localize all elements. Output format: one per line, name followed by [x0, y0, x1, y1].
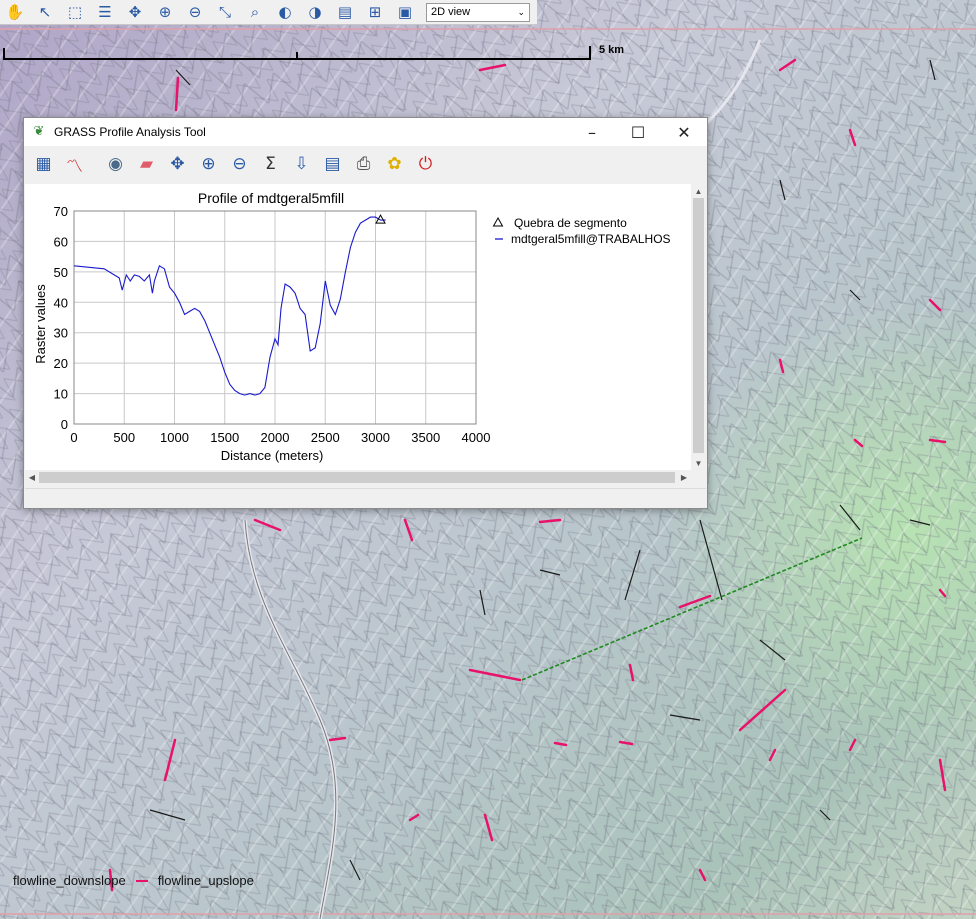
y-tick-label: 30	[54, 326, 68, 341]
horizontal-scroll-thumb[interactable]	[39, 472, 675, 483]
scroll-up-icon[interactable]: ▲	[691, 184, 706, 198]
zoom-back-icon[interactable]: ⤡	[210, 0, 240, 24]
zoom-out-icon[interactable]: ⊖	[224, 149, 255, 179]
x-tick-label: 0	[70, 430, 77, 445]
x-tick-label: 4000	[462, 430, 491, 445]
decorations-icon[interactable]: ⊞	[360, 0, 390, 24]
map-toolbar: ✋ ↖ ⬚ ☰ ✥ ⊕ ⊖ ⤡ ⌕ ◐ ◑ ▤ ⊞ ▣ 2D view ⌄	[0, 0, 537, 25]
y-tick-label: 10	[54, 387, 68, 402]
grass-app-icon: ❦	[33, 124, 45, 139]
map-legend: flowline_downslope flowline_upslope	[13, 873, 254, 888]
export-icon[interactable]: ▤	[317, 149, 348, 179]
y-tick-label: 20	[54, 356, 68, 371]
view-mode-value: 2D view	[431, 6, 471, 18]
y-tick-label: 70	[54, 204, 68, 219]
scale-bar-label: 5 km	[599, 44, 625, 56]
zoom-extent-icon[interactable]: ✥	[120, 0, 150, 24]
draw-profile-icon[interactable]: 〽	[59, 149, 90, 179]
analyze-icon[interactable]: ▤	[330, 0, 360, 24]
legend-label-series: mdtgeral5mfill@TRABALHOS	[511, 232, 671, 246]
zoom-prev-icon[interactable]: ◐	[270, 0, 300, 24]
statistics-icon[interactable]: Σ	[255, 149, 286, 179]
zoom-out-icon[interactable]: ⊖	[180, 0, 210, 24]
x-axis-label: Distance (meters)	[221, 448, 324, 463]
window-titlebar[interactable]: ❦ GRASS Profile Analysis Tool – ☐ ✕	[24, 118, 707, 146]
maximize-button[interactable]: ☐	[615, 118, 661, 146]
pan-icon[interactable]: ✋	[0, 0, 30, 24]
view-mode-select[interactable]: 2D view ⌄	[426, 2, 530, 22]
profile-toolbar: ▦ 〽 ◉ ▰ ✥ ⊕ ⊖ Σ ⇩ ▤ ⎙ ✿ ⏻	[24, 146, 707, 182]
y-axis-label: Raster values	[33, 284, 48, 364]
chart-title: Profile of mdtgeral5mfill	[198, 190, 344, 206]
x-tick-label: 500	[113, 430, 135, 445]
erase-icon[interactable]: ▰	[131, 149, 162, 179]
toolbar-separator	[90, 149, 100, 179]
save-icon[interactable]: ⇩	[286, 149, 317, 179]
minimize-button[interactable]: –	[569, 118, 615, 146]
y-tick-label: 40	[54, 295, 68, 310]
x-tick-label: 1500	[210, 430, 239, 445]
overlay-icon[interactable]: ▣	[390, 0, 420, 24]
add-raster-icon[interactable]: ▦	[28, 149, 59, 179]
query-icon[interactable]: ☰	[90, 0, 120, 24]
options-icon[interactable]: ◉	[100, 149, 131, 179]
horizontal-scrollbar[interactable]: ◀ ▶	[25, 470, 691, 485]
legend-swatch-upslope	[135, 879, 148, 882]
pan-icon[interactable]: ✥	[162, 149, 193, 179]
close-button[interactable]: ✕	[661, 118, 707, 146]
profile-plot-panel: Profile of mdtgeral5mfill Distance (mete…	[25, 184, 691, 470]
x-tick-label: 3500	[411, 430, 440, 445]
y-tick-label: 60	[54, 234, 68, 249]
segment-break-marker	[375, 214, 386, 224]
legend-marker-segment-break	[492, 216, 504, 227]
quit-icon[interactable]: ⏻	[410, 149, 441, 179]
select-icon[interactable]: ⬚	[60, 0, 90, 24]
zoom-in-icon[interactable]: ⊕	[150, 0, 180, 24]
settings-icon[interactable]: ✿	[379, 149, 410, 179]
legend-item-upslope: flowline_upslope	[157, 873, 254, 888]
legend-item-downslope: flowline_downslope	[13, 873, 126, 888]
scroll-left-icon[interactable]: ◀	[25, 470, 39, 485]
vertical-scroll-thumb[interactable]	[693, 198, 704, 453]
zoom-next-icon[interactable]: ◑	[300, 0, 330, 24]
print-icon[interactable]: ⎙	[348, 149, 379, 179]
x-tick-label: 3000	[361, 430, 390, 445]
x-tick-label: 1000	[160, 430, 189, 445]
scroll-right-icon[interactable]: ▶	[677, 470, 691, 485]
scroll-down-icon[interactable]: ▼	[691, 456, 706, 470]
x-tick-label: 2500	[311, 430, 340, 445]
y-tick-label: 0	[61, 417, 68, 432]
zoom-region-icon[interactable]: ⌕	[240, 0, 270, 24]
profile-analysis-window: ❦ GRASS Profile Analysis Tool – ☐ ✕ ▦ 〽 …	[23, 117, 708, 509]
legend-label-segment-break: Quebra de segmento	[514, 216, 627, 230]
profile-series-line	[73, 216, 386, 396]
profile-chart[interactable]: Profile of mdtgeral5mfill Distance (mete…	[25, 184, 691, 470]
x-tick-label: 2000	[261, 430, 290, 445]
window-title: GRASS Profile Analysis Tool	[54, 125, 206, 139]
window-statusbar	[25, 488, 706, 508]
zoom-in-icon[interactable]: ⊕	[193, 149, 224, 179]
y-tick-label: 50	[54, 265, 68, 280]
pointer-icon[interactable]: ↖	[30, 0, 60, 24]
chevron-down-icon: ⌄	[517, 6, 525, 17]
vertical-scrollbar[interactable]: ▲ ▼	[691, 184, 706, 470]
